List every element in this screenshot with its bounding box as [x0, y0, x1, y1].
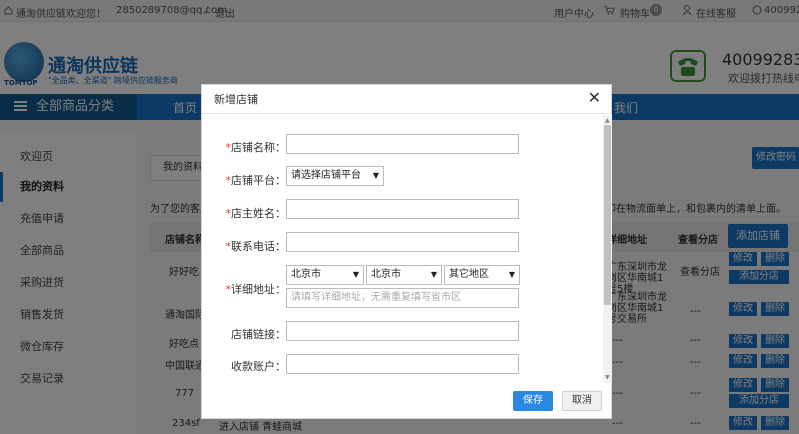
payment-account-label: 收款账户：	[231, 360, 286, 373]
cancel-button[interactable]: 取消	[562, 391, 602, 411]
address-detail-field[interactable]: 请填写详细地址，无需重复填写省市区	[286, 288, 519, 308]
dialog-title: 新增店铺	[202, 85, 611, 114]
save-button[interactable]: 保存	[513, 391, 553, 411]
store-name-field[interactable]	[286, 134, 519, 154]
dropdown-arrow-icon: ▼	[352, 270, 359, 279]
phone-field[interactable]	[286, 232, 519, 252]
store-link-field[interactable]	[286, 321, 519, 341]
dialog-scrollbar[interactable]: ▲ ▼	[603, 115, 612, 383]
scroll-down-icon[interactable]: ▼	[605, 374, 610, 381]
city-select[interactable]: 北京市 ▼	[366, 265, 442, 285]
dropdown-arrow-icon: ▼	[508, 270, 515, 279]
phone-label: *联系电话：	[225, 240, 287, 253]
address-label: *详细地址：	[225, 283, 287, 296]
page: 通淘供应链欢迎您！ 2850289708@qq.com / 退出 用户中心 购物…	[0, 0, 799, 434]
scroll-up-icon[interactable]: ▲	[605, 117, 610, 124]
dropdown-arrow-icon: ▼	[430, 270, 437, 279]
payment-account-field[interactable]	[286, 354, 519, 374]
province-select[interactable]: 北京市 ▼	[286, 265, 364, 285]
store-name-label: *店铺名称：	[225, 141, 287, 154]
dropdown-arrow-icon: ▼	[372, 171, 379, 180]
district-select[interactable]: 其它地区 ▼	[444, 265, 520, 285]
owner-name-field[interactable]	[286, 199, 519, 219]
add-store-dialog: 新增店铺 ✕ *店铺名称： *店铺平台： 请选择店铺平台 ▼ *店主姓名： *联…	[201, 84, 612, 419]
scroll-thumb[interactable]	[604, 125, 611, 305]
owner-name-label: *店主姓名：	[225, 207, 287, 220]
dialog-footer: 保存 取消	[202, 383, 611, 419]
dialog-body: *店铺名称： *店铺平台： 请选择店铺平台 ▼ *店主姓名： *联系电话： *详…	[202, 115, 603, 383]
store-link-label: 店铺链接：	[231, 328, 286, 341]
platform-label: *店铺平台：	[225, 174, 287, 187]
platform-select[interactable]: 请选择店铺平台 ▼	[286, 166, 384, 186]
close-icon[interactable]: ✕	[588, 90, 601, 106]
